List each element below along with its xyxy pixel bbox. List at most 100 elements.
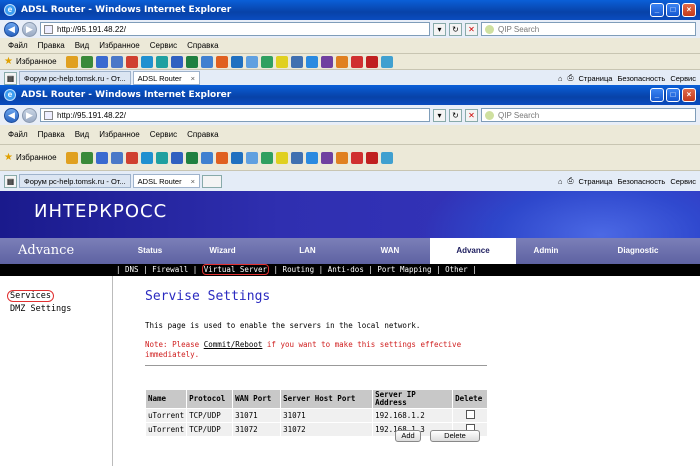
toolbar-icon[interactable] (140, 55, 153, 68)
quick-tabs-icon[interactable]: ▦ (4, 174, 17, 188)
toolbar-icon[interactable] (245, 55, 258, 68)
toolbar-icon[interactable] (305, 55, 318, 68)
nav-diagnostic[interactable]: Diagnostic (576, 238, 700, 264)
forward-icon[interactable]: ▶ (22, 21, 37, 37)
back-icon[interactable]: ◀ (4, 107, 19, 123)
menu-help[interactable]: Справка (187, 130, 218, 139)
stop-icon[interactable]: ✕ (465, 22, 478, 36)
nav-admin[interactable]: Admin (516, 238, 576, 264)
tools-menu[interactable]: Сервис (670, 177, 696, 186)
favorites-button[interactable]: ★ Избранное (4, 56, 57, 67)
stop-icon[interactable]: ✕ (465, 108, 478, 122)
toolbar-icon[interactable] (365, 55, 378, 68)
search-input[interactable]: QIP Search (481, 108, 696, 122)
menu-help[interactable]: Справка (187, 41, 218, 50)
menu-view[interactable]: Вид (75, 130, 89, 139)
toolbar-icon[interactable] (80, 55, 93, 68)
menu-file[interactable]: Файл (8, 130, 28, 139)
menu-tools[interactable]: Сервис (150, 41, 177, 50)
search-input[interactable]: QIP Search (481, 22, 696, 36)
close-tab-icon[interactable]: × (191, 74, 195, 83)
toolbar-icon[interactable] (95, 55, 108, 68)
maximize-icon[interactable]: □ (666, 88, 680, 102)
menu-file[interactable]: Файл (8, 41, 28, 50)
tab-forum[interactable]: Форум pc-help.tomsk.ru - От... (19, 174, 131, 188)
address-bar[interactable]: http://95.191.48.22/ (40, 108, 430, 122)
toolbar-icon[interactable] (245, 151, 258, 164)
toolbar-icon[interactable] (275, 55, 288, 68)
toolbar-icon[interactable] (275, 151, 288, 164)
nav-wan[interactable]: WAN (350, 238, 430, 264)
toolbar-icon[interactable] (260, 151, 273, 164)
page-menu[interactable]: Страница (578, 177, 612, 186)
dropdown-icon[interactable]: ▾ (433, 22, 446, 36)
refresh-icon[interactable]: ↻ (449, 108, 462, 122)
toolbar-icon[interactable] (170, 55, 183, 68)
toolbar-icon[interactable] (155, 151, 168, 164)
dropdown-icon[interactable]: ▾ (433, 108, 446, 122)
toolbar-icon[interactable] (200, 151, 213, 164)
maximize-icon[interactable]: □ (666, 3, 680, 17)
toolbar-icon[interactable] (80, 151, 93, 164)
tab-adsl-router[interactable]: ADSL Router × (132, 174, 200, 188)
toolbar-icon[interactable] (290, 55, 303, 68)
toolbar-icon[interactable] (290, 151, 303, 164)
home-icon[interactable]: ⌂ (558, 74, 563, 83)
subnav-virtual-server[interactable]: Virtual Server (201, 264, 270, 275)
security-menu[interactable]: Безопасность (617, 177, 665, 186)
toolbar-icon[interactable] (350, 55, 363, 68)
toolbar-icon[interactable] (335, 55, 348, 68)
print-icon[interactable]: ⎙ (567, 73, 573, 83)
close-icon[interactable]: × (682, 3, 696, 17)
toolbar-icon[interactable] (365, 151, 378, 164)
menu-tools[interactable]: Сервис (150, 130, 177, 139)
toolbar-icon[interactable] (335, 151, 348, 164)
forward-icon[interactable]: ▶ (22, 107, 37, 123)
page-menu[interactable]: Страница (578, 74, 612, 83)
tools-menu[interactable]: Сервис (670, 74, 696, 83)
toolbar-icon[interactable] (350, 151, 363, 164)
toolbar-icon[interactable] (230, 55, 243, 68)
toolbar-icon[interactable] (155, 55, 168, 68)
left-menu-services[interactable]: Services (0, 290, 112, 303)
toolbar-icon[interactable] (305, 151, 318, 164)
toolbar-icon[interactable] (215, 55, 228, 68)
menu-favorites[interactable]: Избранное (99, 130, 140, 139)
toolbar-icon[interactable] (380, 151, 393, 164)
toolbar-icon[interactable] (65, 151, 78, 164)
toolbar-icon[interactable] (185, 151, 198, 164)
toolbar-icon[interactable] (125, 55, 138, 68)
minimize-icon[interactable]: _ (650, 88, 664, 102)
nav-advance[interactable]: Advance (430, 238, 516, 264)
toolbar-icon[interactable] (140, 151, 153, 164)
toolbar-icon[interactable] (170, 151, 183, 164)
close-tab-icon[interactable]: × (191, 177, 195, 186)
commit-reboot-link[interactable]: Commit/Reboot (204, 340, 263, 349)
new-tab-button[interactable] (201, 174, 222, 188)
toolbar-icon[interactable] (230, 151, 243, 164)
toolbar-icon[interactable] (380, 55, 393, 68)
toolbar-icon[interactable] (65, 55, 78, 68)
toolbar-icon[interactable] (95, 151, 108, 164)
toolbar-icon[interactable] (125, 151, 138, 164)
nav-lan[interactable]: LAN (265, 238, 350, 264)
toolbar-icon[interactable] (320, 151, 333, 164)
nav-wizard[interactable]: Wizard (180, 238, 265, 264)
home-icon[interactable]: ⌂ (558, 177, 563, 186)
toolbar-icon[interactable] (215, 151, 228, 164)
left-menu-dmz[interactable]: DMZ Settings (0, 303, 112, 316)
delete-button[interactable]: Delete (430, 430, 480, 442)
menu-favorites[interactable]: Избранное (99, 41, 140, 50)
menu-view[interactable]: Вид (75, 41, 89, 50)
tab-adsl-router[interactable]: ADSL Router × (132, 71, 200, 85)
quick-tabs-icon[interactable]: ▦ (4, 71, 17, 85)
address-bar[interactable]: http://95.191.48.22/ (40, 22, 430, 36)
add-button[interactable]: Add (395, 430, 421, 442)
nav-status[interactable]: Status (120, 238, 180, 264)
toolbar-icon[interactable] (110, 151, 123, 164)
sub-nav[interactable]: | DNS | Firewall | Virtual Server | Rout… (0, 264, 700, 276)
tab-forum[interactable]: Форум pc-help.tomsk.ru - От... (19, 71, 131, 85)
refresh-icon[interactable]: ↻ (449, 22, 462, 36)
back-icon[interactable]: ◀ (4, 21, 19, 37)
subnav-links-rest[interactable]: | Routing | Anti-dos | Port Mapping | Ot… (269, 265, 477, 274)
